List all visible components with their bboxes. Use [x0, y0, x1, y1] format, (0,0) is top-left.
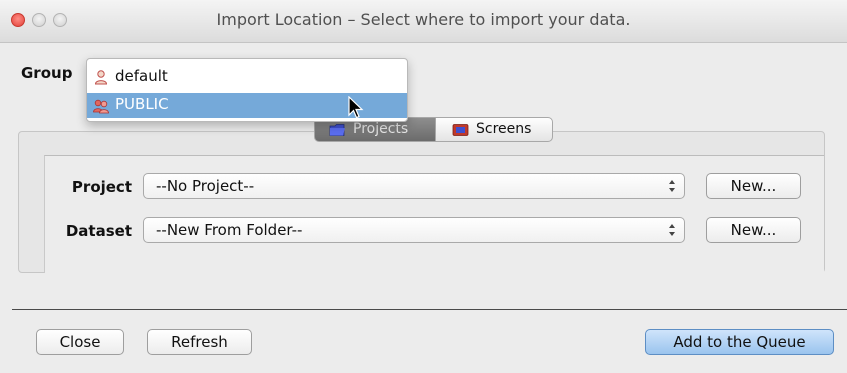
updown-arrows-icon: [669, 180, 675, 192]
folder-icon: [329, 124, 345, 136]
close-button[interactable]: Close: [36, 329, 124, 355]
new-project-button[interactable]: New...: [706, 173, 801, 199]
title-bar: Import Location – Select where to import…: [0, 0, 847, 43]
refresh-button[interactable]: Refresh: [147, 329, 252, 355]
group-label: Group: [21, 64, 73, 82]
project-label: Project: [71, 178, 132, 196]
group-option-default[interactable]: default: [87, 64, 407, 90]
dataset-label: Dataset: [65, 222, 132, 240]
mouse-pointer-icon: [348, 96, 364, 119]
footer-divider: [12, 309, 847, 310]
screen-plate-icon: [452, 124, 469, 136]
add-to-queue-button[interactable]: Add to the Queue: [645, 329, 834, 355]
tab-projects-label: Projects: [353, 121, 409, 137]
window-title: Import Location – Select where to import…: [216, 10, 631, 29]
project-select-value: --No Project--: [156, 177, 255, 195]
group-users-icon: [93, 99, 109, 114]
user-icon: [94, 70, 108, 85]
new-dataset-button[interactable]: New...: [706, 217, 801, 243]
group-option-label: default: [115, 67, 168, 85]
dataset-select[interactable]: --New From Folder--: [143, 217, 685, 243]
dataset-select-value: --New From Folder--: [156, 221, 303, 239]
updown-arrows-icon: [669, 224, 675, 236]
tab-screens[interactable]: Screens: [435, 117, 553, 142]
tab-screens-label: Screens: [476, 121, 532, 137]
project-select[interactable]: --No Project--: [143, 173, 685, 199]
group-option-label: PUBLIC: [115, 95, 169, 113]
